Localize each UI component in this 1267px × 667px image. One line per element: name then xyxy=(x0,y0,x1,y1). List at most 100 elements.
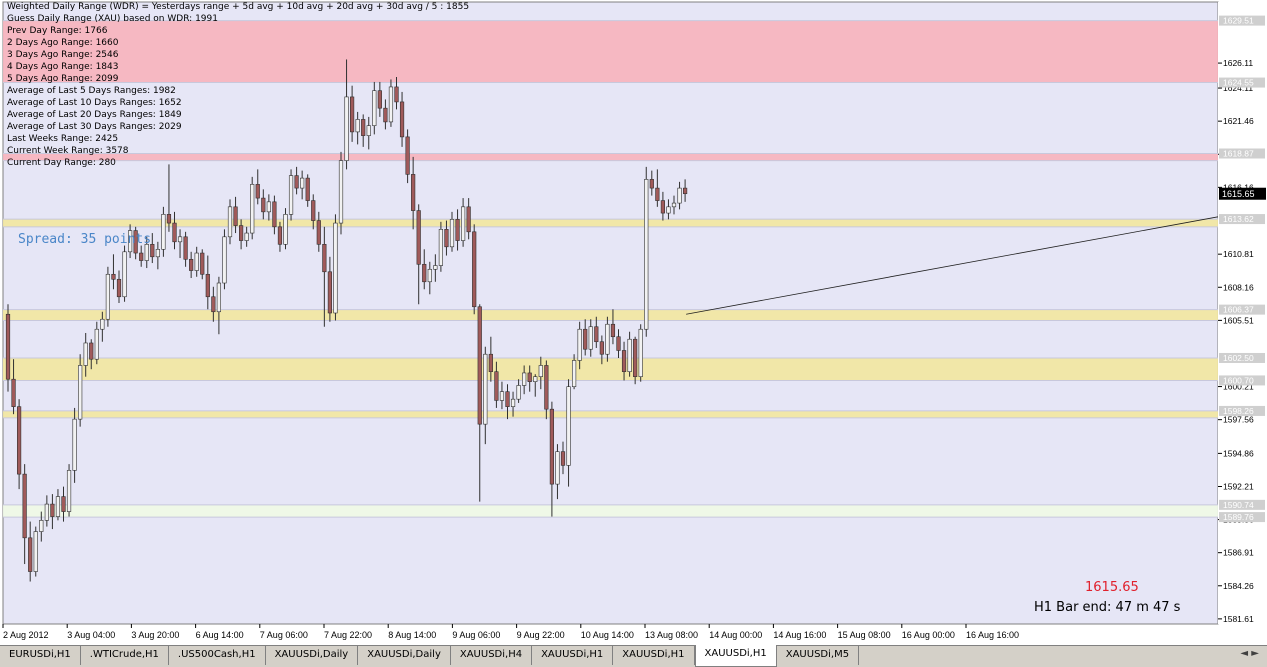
candle-body xyxy=(472,231,477,308)
x-tick-label: 9 Aug 22:00 xyxy=(517,630,565,640)
candle-body xyxy=(627,338,632,373)
x-tick-label: 6 Aug 14:00 xyxy=(196,630,244,640)
x-tick-label: 7 Aug 22:00 xyxy=(324,630,372,640)
zone-price-label: 1624.55 xyxy=(1223,78,1254,88)
scroll-left-icon[interactable]: ◄ xyxy=(1240,648,1248,659)
candle-body xyxy=(200,252,205,275)
candle-body xyxy=(416,210,421,265)
chart-tab[interactable]: XAUUSDi,H4 xyxy=(451,646,533,665)
candle-body xyxy=(294,175,299,189)
candle-body xyxy=(605,323,610,355)
candle-body xyxy=(11,378,16,407)
candle-body xyxy=(544,365,549,410)
zone-price-label: 1600.70 xyxy=(1223,375,1254,385)
candle-body xyxy=(161,214,166,250)
candle-body xyxy=(388,86,394,123)
y-tick-label: 1597.56 xyxy=(1223,415,1254,425)
spread-label: Spread: 35 points xyxy=(18,232,152,247)
candle-body xyxy=(166,214,172,224)
candle-body xyxy=(383,107,388,123)
zone-price-label: 1590.74 xyxy=(1223,500,1254,510)
candle-body xyxy=(460,206,466,241)
candle-body xyxy=(50,503,55,517)
candle-body xyxy=(538,365,543,377)
x-tick-label: 16 Aug 00:00 xyxy=(902,630,955,640)
candle-body xyxy=(366,125,371,136)
x-tick-label: 15 Aug 08:00 xyxy=(838,630,891,640)
candle-body xyxy=(616,336,621,351)
candle-body xyxy=(477,306,482,425)
candle-body xyxy=(344,96,349,161)
info-line: Average of Last 10 Days Ranges: 1652 xyxy=(7,98,182,108)
candle-body xyxy=(105,273,110,320)
candle-body xyxy=(399,101,405,138)
chart-tab[interactable]: XAUUSDi,H1 xyxy=(532,646,614,665)
candle-body xyxy=(244,232,249,241)
candle-body xyxy=(61,496,66,512)
scroll-right-icon[interactable]: ► xyxy=(1251,648,1259,659)
candle-body xyxy=(499,391,505,401)
candle-body xyxy=(349,96,355,133)
candle-body xyxy=(22,473,27,539)
x-tick-label: 9 Aug 06:00 xyxy=(452,630,500,640)
y-tick-label: 1581.61 xyxy=(1223,614,1254,624)
candle-body xyxy=(83,342,88,366)
candle-body xyxy=(449,219,455,248)
yellow-zone xyxy=(3,410,1218,418)
candle-body xyxy=(516,385,521,400)
chart-tab[interactable]: XAUUSDi,Daily xyxy=(266,646,359,665)
info-line: Average of Last 20 Days Ranges: 1849 xyxy=(7,110,182,120)
bar-end-timer: H1 Bar end: 47 m 47 s xyxy=(1034,600,1181,615)
zone-price-label: 1618.87 xyxy=(1223,149,1254,159)
candle-body xyxy=(44,503,49,521)
candle-body xyxy=(222,236,227,284)
candle-body xyxy=(510,398,516,407)
green-zone xyxy=(3,504,1218,518)
candle-body xyxy=(100,318,105,330)
candle-body xyxy=(116,278,122,298)
chart-tab[interactable]: EURUSDi,H1 xyxy=(0,646,81,665)
candle-body xyxy=(466,206,471,233)
candle-body xyxy=(155,249,160,258)
candle-body xyxy=(621,350,627,373)
chart-tab[interactable]: .US500Cash,H1 xyxy=(169,646,266,665)
last-price-label: 1615.65 xyxy=(1222,189,1255,199)
candle-body xyxy=(205,273,210,298)
tab-scroll-arrows[interactable]: ◄ ► xyxy=(1240,648,1259,659)
chart-tab[interactable]: XAUUSDi,Daily xyxy=(358,646,451,665)
y-tick-label: 1621.46 xyxy=(1223,116,1254,126)
candle-body xyxy=(522,372,527,386)
candle-body xyxy=(300,177,305,189)
candle-body xyxy=(272,201,277,228)
candle-body xyxy=(677,187,682,204)
chart-tab[interactable]: XAUUSDi,M5 xyxy=(777,646,860,665)
candle-body xyxy=(5,313,11,380)
candle-body xyxy=(327,271,333,314)
candle-body xyxy=(355,119,360,133)
x-tick-label: 3 Aug 04:00 xyxy=(67,630,115,640)
chart-tab[interactable]: XAUUSDi,H1 xyxy=(613,646,695,665)
x-tick-label: 14 Aug 16:00 xyxy=(773,630,826,640)
candle-body xyxy=(433,265,438,270)
candle-body xyxy=(39,520,44,532)
candle-body xyxy=(666,206,671,214)
candle-body xyxy=(660,200,665,214)
info-line: Last Weeks Range: 2425 xyxy=(7,134,119,144)
price-chart[interactable]: 1626.111624.111621.461618.811616.161610.… xyxy=(0,0,1267,664)
candle-body xyxy=(633,338,638,377)
candle-body xyxy=(588,326,593,350)
candle-body xyxy=(377,90,382,109)
candle-body xyxy=(55,496,61,517)
candle-body xyxy=(566,386,571,466)
pink-zone xyxy=(3,20,1218,83)
candle-body xyxy=(183,236,188,260)
candle-body xyxy=(305,177,310,201)
candle-body xyxy=(89,342,94,360)
candle-body xyxy=(139,252,144,261)
candle-body xyxy=(638,328,643,377)
info-line: 5 Days Ago Range: 2099 xyxy=(7,74,119,84)
candle-body xyxy=(649,179,654,189)
chart-tab[interactable]: .WTICrude,H1 xyxy=(81,646,169,665)
candle-body xyxy=(455,219,460,241)
zone-price-label: 1613.62 xyxy=(1223,214,1254,224)
